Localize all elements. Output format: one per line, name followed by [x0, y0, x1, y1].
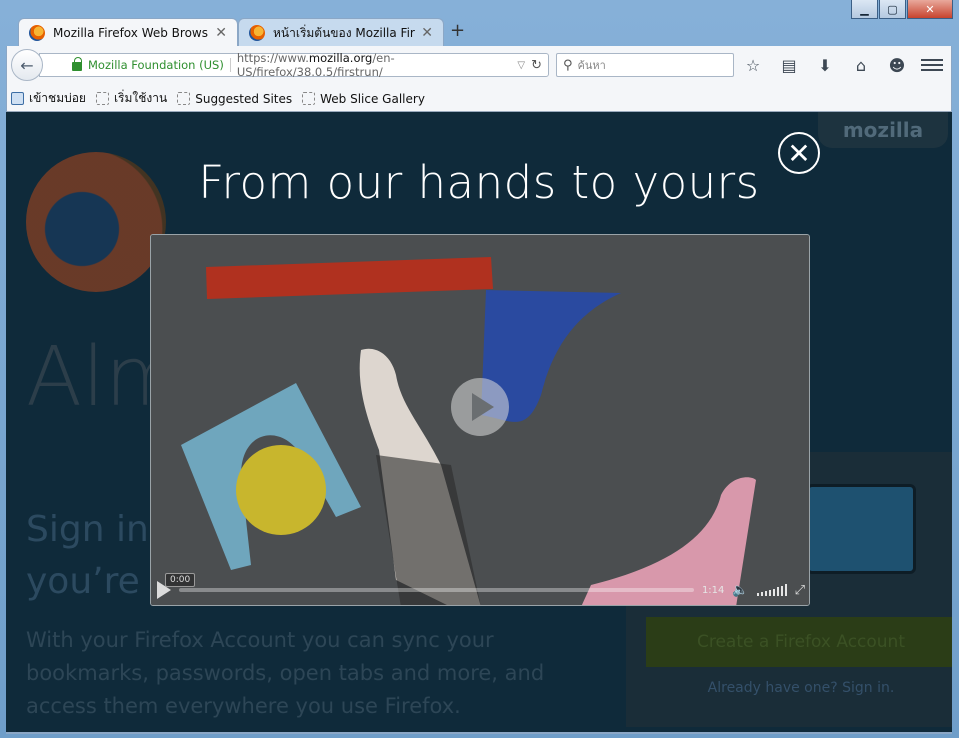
- bookmark-label: เข้าชมบ่อย: [29, 91, 86, 105]
- tab-label: Mozilla Firefox Web Brows...: [53, 26, 210, 40]
- create-account-button[interactable]: Create a Firefox Account: [646, 617, 952, 667]
- search-placeholder: ค้นหา: [577, 59, 606, 72]
- bookmark-label: Web Slice Gallery: [320, 91, 425, 106]
- mozilla-brand-tab[interactable]: mozilla: [818, 112, 948, 148]
- video-player[interactable]: 0:00 1:14 🔈 ⤢: [150, 234, 810, 606]
- search-input[interactable]: ⚲ ค้นหา: [556, 53, 734, 77]
- tab-strip: Mozilla Firefox Web Brows... ✕ หน้าเริ่ม…: [6, 16, 953, 47]
- play-icon[interactable]: [157, 581, 171, 599]
- most-visited-icon: [11, 92, 24, 105]
- bookmark-getting-started[interactable]: เริ่มใช้งาน: [95, 89, 168, 108]
- page-body-text: With your Firefox Account you can sync y…: [26, 628, 545, 718]
- browser-window: ▁ ▢ ✕ Mozilla Firefox Web Brows... ✕ หน้…: [0, 0, 959, 738]
- overlay-close-icon[interactable]: ✕: [778, 132, 820, 174]
- bookmark-most-visited[interactable]: เข้าชมบ่อย: [11, 89, 86, 108]
- bookmark-suggested-sites[interactable]: Suggested Sites: [177, 92, 292, 106]
- tab-mozilla-firefox[interactable]: Mozilla Firefox Web Brows... ✕: [18, 18, 238, 47]
- reading-list-icon[interactable]: ▤: [778, 54, 800, 76]
- tab-label: หน้าเริ่มต้นของ Mozilla Firefox: [273, 25, 415, 40]
- fullscreen-icon[interactable]: ⤢: [795, 583, 805, 598]
- bookmark-label: เริ่มใช้งาน: [113, 91, 168, 105]
- bookmark-label: Suggested Sites: [195, 91, 293, 106]
- devices-illustration-icon: [806, 484, 916, 574]
- tab-firefox-start-page[interactable]: หน้าเริ่มต้นของ Mozilla Firefox ✕: [238, 18, 444, 47]
- bookmark-icon: [95, 92, 109, 105]
- back-button[interactable]: ←: [11, 49, 43, 81]
- total-time: 1:14: [701, 584, 725, 596]
- url-dropdown-icon[interactable]: ▽: [517, 60, 525, 71]
- bookmarks-toolbar: เข้าชมบ่อย เริ่มใช้งาน Suggested Sites W…: [6, 86, 952, 112]
- firefox-favicon-icon: [249, 25, 265, 41]
- search-icon: ⚲: [563, 57, 573, 73]
- toolbar-icons: ☆ ▤ ⬇ ⌂ ☻: [742, 54, 908, 76]
- menu-icon[interactable]: [921, 54, 943, 76]
- download-icon[interactable]: ⬇: [814, 54, 836, 76]
- tab-close-icon[interactable]: ✕: [215, 25, 227, 41]
- firefox-favicon-icon: [29, 25, 45, 41]
- tab-close-icon[interactable]: ✕: [421, 25, 433, 41]
- play-overlay-button[interactable]: [451, 378, 509, 436]
- url-prefix: https://www.: [236, 51, 309, 65]
- hello-icon[interactable]: ☻: [886, 54, 908, 76]
- url-bar[interactable]: Mozilla Foundation (US) https://www.mozi…: [39, 51, 549, 79]
- video-progress-bar[interactable]: [179, 588, 694, 592]
- lock-icon: [72, 57, 82, 71]
- home-icon[interactable]: ⌂: [850, 54, 872, 76]
- volume-slider[interactable]: [756, 584, 787, 596]
- star-icon[interactable]: ☆: [742, 54, 764, 76]
- bookmark-icon: [302, 92, 316, 105]
- url-domain: mozilla.org: [308, 51, 373, 65]
- bookmark-web-slice-gallery[interactable]: Web Slice Gallery: [302, 92, 425, 106]
- video-controls: 1:14 🔈 ⤢: [151, 575, 809, 605]
- sign-in-link[interactable]: Already have one? Sign in.: [646, 680, 952, 696]
- window-bottom-border: [6, 732, 952, 734]
- page-content: Alm Sign in t you’re g With your Firefox…: [6, 112, 952, 732]
- url-text[interactable]: https://www.mozilla.org/en-US/firefox/38…: [237, 51, 512, 79]
- volume-icon[interactable]: 🔈: [732, 583, 748, 598]
- navigation-toolbar: Mozilla Foundation (US) https://www.mozi…: [6, 46, 952, 86]
- bookmark-icon: [177, 92, 191, 105]
- site-identity[interactable]: Mozilla Foundation (US): [88, 58, 231, 72]
- reload-icon[interactable]: ↻: [531, 58, 542, 73]
- new-tab-button[interactable]: +: [450, 20, 465, 41]
